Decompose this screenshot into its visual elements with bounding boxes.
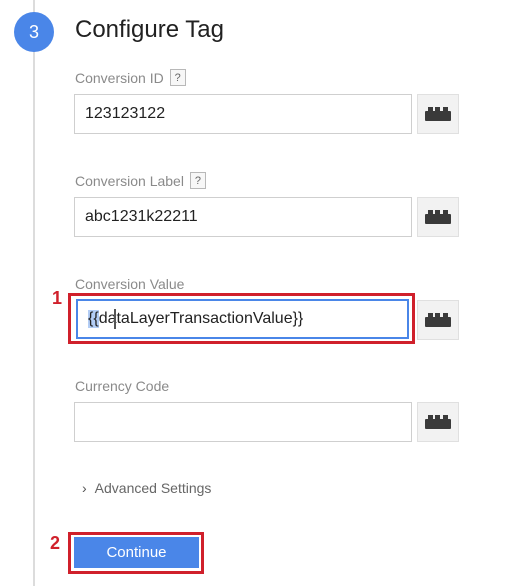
question-icon[interactable]: ?: [169, 69, 186, 86]
step-timeline-line: [33, 0, 35, 586]
lego-brick-icon: [425, 210, 451, 224]
conversion-label-label-text: Conversion Label: [75, 172, 184, 189]
currency-code-input[interactable]: [74, 402, 412, 442]
conversion-id-variable-button[interactable]: [417, 94, 459, 134]
lego-brick-icon: [425, 107, 451, 121]
currency-code-variable-button[interactable]: [417, 402, 459, 442]
conversion-label-input[interactable]: abc1231k22211: [74, 197, 412, 237]
continue-button[interactable]: Continue: [74, 537, 199, 568]
advanced-settings-label: Advanced Settings: [94, 480, 212, 496]
lego-brick-icon: [425, 415, 451, 429]
advanced-settings-toggle[interactable]: › Advanced Settings: [82, 480, 211, 496]
conversion-id-input[interactable]: 123123122: [74, 94, 412, 134]
conversion-value-input[interactable]: {{dataLayerTransactionValue}}: [76, 299, 409, 339]
chevron-right-icon: ›: [82, 480, 87, 496]
step-number-badge: 3: [14, 12, 54, 52]
conversion-id-label: Conversion ID ?: [75, 69, 186, 86]
conversion-label-value: abc1231k22211: [85, 208, 198, 225]
annotation-number-1: 1: [52, 288, 63, 308]
conversion-value-variable-button[interactable]: [417, 300, 459, 340]
conversion-value-text: dataLayerTransactionValue}}: [98, 310, 304, 327]
text-cursor-icon: [114, 309, 116, 329]
conversion-value-selected-text: {{: [88, 310, 99, 328]
currency-code-label-text: Currency Code: [75, 378, 170, 394]
conversion-label-label: Conversion Label ?: [75, 172, 206, 189]
annotation-number-2: 2: [50, 533, 61, 553]
question-icon[interactable]: ?: [189, 172, 206, 189]
conversion-value-label: Conversion Value: [75, 276, 184, 292]
section-title: Configure Tag: [75, 16, 224, 43]
conversion-label-variable-button[interactable]: [417, 197, 459, 237]
conversion-id-value: 123123122: [85, 105, 166, 122]
conversion-value-label-text: Conversion Value: [75, 276, 185, 292]
currency-code-label: Currency Code: [75, 378, 169, 394]
conversion-id-label-text: Conversion ID: [75, 69, 164, 86]
lego-brick-icon: [425, 313, 451, 327]
